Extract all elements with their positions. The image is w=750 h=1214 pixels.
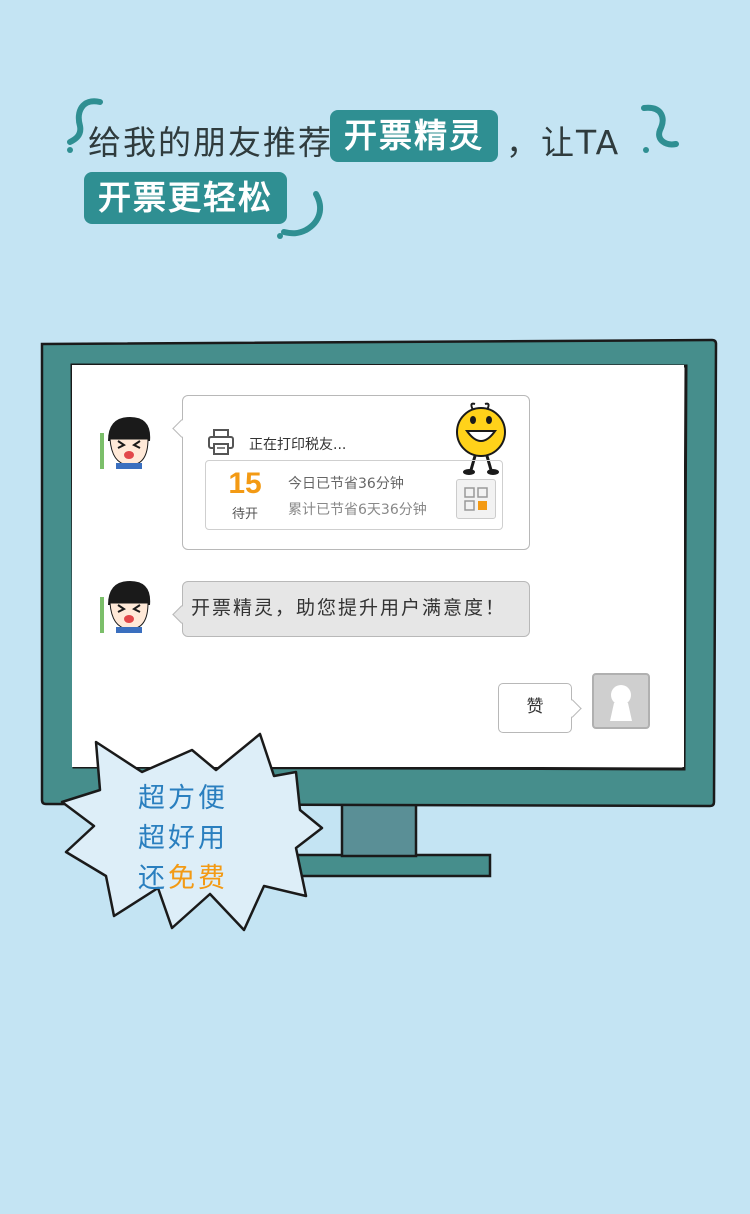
like-reply-bubble: 赞 [498, 683, 572, 733]
burst-free-prefix: 还 [138, 863, 168, 894]
burst-line-free: 还免费 [138, 856, 228, 895]
chat-screen: 正在打印税友... 15 待开 今日已节省36分钟 累计已节省6天36分钟 开票… [72, 365, 684, 767]
default-avatar-icon [592, 673, 650, 729]
user-avatar [100, 413, 156, 469]
grid-icon[interactable] [456, 479, 496, 519]
burst-line-useful: 超好用 [138, 823, 228, 854]
burst-free-highlight: 免费 [168, 863, 228, 894]
savings-card: 15 待开 今日已节省36分钟 累计已节省6天36分钟 [205, 460, 503, 530]
print-status-message: 正在打印税友... 15 待开 今日已节省36分钟 累计已节省6天36分钟 [182, 395, 530, 550]
pending-label: 待开 [231, 507, 258, 522]
burst-line-convenient: 超方便 [138, 783, 228, 814]
printing-status-text: 正在打印税友... [249, 437, 347, 453]
feature-burst-callout: 超方便 超好用 还免费 [60, 732, 330, 937]
pending-count: 15 [228, 467, 262, 500]
user-avatar [100, 577, 156, 633]
printer-icon [208, 429, 234, 455]
today-saved-text: 今日已节省36分钟 [288, 476, 404, 492]
total-saved-text: 累计已节省6天36分钟 [288, 502, 427, 518]
promo-message-text: 开票精灵，助您提升用户满意度！ [191, 597, 507, 619]
promo-message: 开票精灵，助您提升用户满意度！ [182, 581, 530, 637]
